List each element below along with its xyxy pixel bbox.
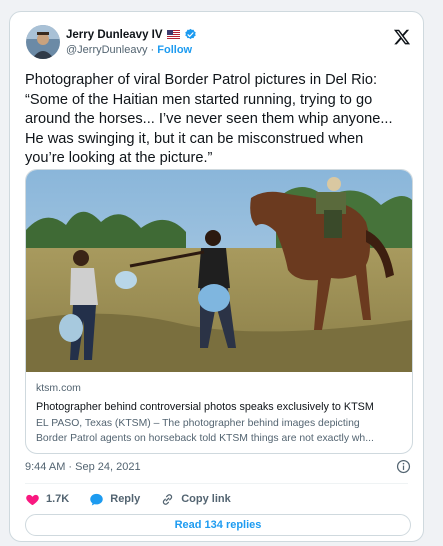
author-name-row[interactable]: Jerry Dunleavy IV	[66, 28, 197, 41]
reply-button[interactable]: Reply	[89, 492, 140, 507]
info-icon[interactable]	[396, 459, 411, 474]
tweet-text: Photographer of viral Border Patrol pict…	[25, 71, 415, 169]
link-description: EL PASO, Texas (KTSM) – The photographer…	[36, 416, 406, 446]
tweet-text-line: “Some of the Haitian men started running…	[25, 91, 373, 108]
link-description-line: Border Patrol agents on horseback told K…	[36, 433, 374, 444]
author-avatar[interactable]	[26, 25, 60, 59]
author-name[interactable]: Jerry Dunleavy IV	[66, 29, 163, 41]
tweet-text-line: He was swinging it, but it can be miscon…	[25, 130, 364, 147]
speech-bubble-icon	[90, 493, 103, 505]
link-preview-card[interactable]: ktsm.com Photographer behind controversi…	[25, 169, 413, 454]
copy-link-button[interactable]: Copy link	[160, 492, 231, 507]
read-replies-button[interactable]: Read 134 replies	[25, 514, 411, 536]
embedded-tweet-card: Jerry Dunleavy IV @JerryDunleavy · Follo…	[9, 11, 424, 542]
link-preview-meta[interactable]: ktsm.com Photographer behind controversi…	[36, 382, 406, 446]
tweet-text-line: you’re looking at the picture.”	[25, 150, 213, 167]
author-handle[interactable]: @JerryDunleavy	[66, 44, 147, 56]
like-count: 1.7K	[46, 493, 70, 505]
link-preview-image[interactable]	[26, 170, 412, 372]
link-title[interactable]: Photographer behind controversial photos…	[36, 401, 406, 413]
divider	[25, 483, 408, 484]
link-domain: ktsm.com	[36, 382, 81, 394]
tweet-actions: 1.7K Reply Copy link	[25, 490, 251, 508]
copy-link-label: Copy link	[181, 493, 231, 505]
author-handle-row: @JerryDunleavy · Follow	[66, 44, 192, 56]
heart-icon	[26, 494, 39, 505]
tweet-text-line: Photographer of viral Border Patrol pict…	[25, 72, 378, 88]
link-icon	[163, 493, 173, 505]
separator-dot: ·	[150, 44, 155, 56]
reply-label: Reply	[110, 493, 141, 505]
follow-button[interactable]: Follow	[157, 44, 192, 56]
like-button[interactable]: 1.7K	[25, 492, 69, 507]
tweet-text-line: around the horses... I’ve never seen the…	[25, 111, 393, 128]
link-description-line: EL PASO, Texas (KTSM) – The photographer…	[36, 418, 360, 429]
tweet-timestamp[interactable]: 9:44 AM · Sep 24, 2021	[25, 461, 141, 473]
verified-badge-icon	[184, 28, 197, 41]
us-flag-icon	[166, 30, 180, 39]
x-logo-icon[interactable]	[393, 28, 411, 46]
